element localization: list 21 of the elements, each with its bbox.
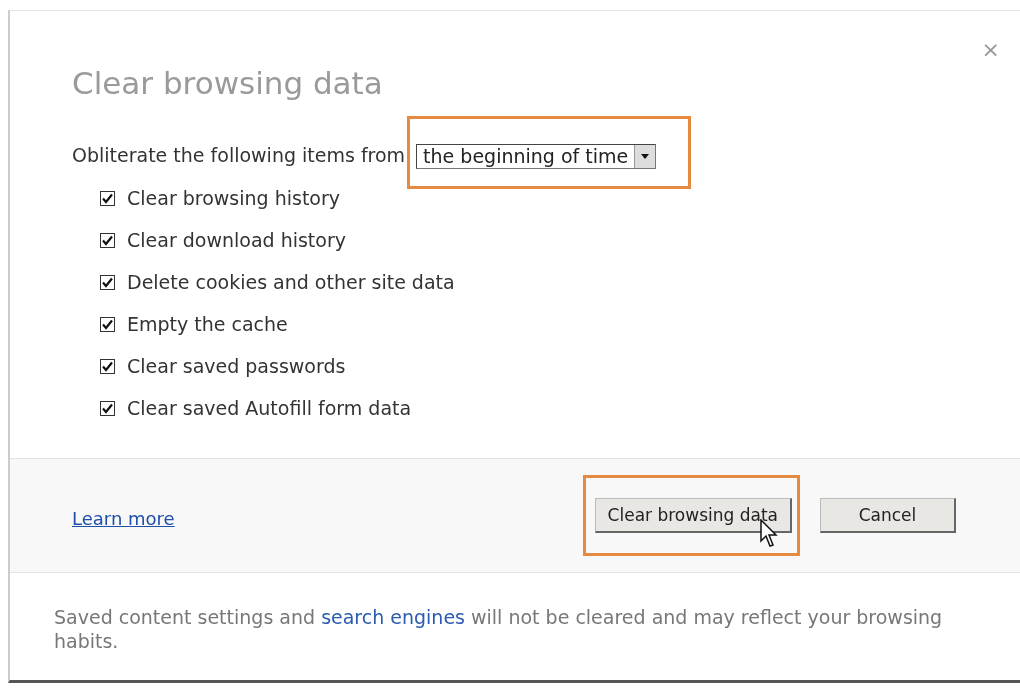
time-range-label: Obliterate the following items from xyxy=(72,144,406,168)
checkbox[interactable] xyxy=(100,274,115,290)
dropdown-arrow-icon xyxy=(641,154,650,159)
checkbox[interactable] xyxy=(100,232,115,248)
checkbox[interactable] xyxy=(100,190,115,206)
checkbox-label: Clear saved passwords xyxy=(127,355,346,377)
checkbox[interactable] xyxy=(100,316,115,332)
checkbox-label: Delete cookies and other site data xyxy=(127,271,455,293)
learn-more-link[interactable]: Learn more xyxy=(72,502,175,529)
checkbox-label: Clear browsing history xyxy=(127,187,341,209)
note-text: Saved content settings and search engines will not be cleared and may reflect your browsing habits. xyxy=(53,605,944,653)
dialog-title: Clear browsing data xyxy=(72,65,383,103)
clear-data-button[interactable]: Clear browsing data xyxy=(594,498,792,533)
cancel-button[interactable]: Cancel xyxy=(820,498,956,533)
checkbox[interactable] xyxy=(100,400,115,416)
checkbox-label: Clear download history xyxy=(127,229,346,251)
time-range-dropdown[interactable]: the beginning of time xyxy=(416,144,657,169)
search-engines-link[interactable]: search engines xyxy=(321,606,465,628)
checkbox-label: Clear saved Autofill form data xyxy=(127,397,412,419)
checkbox[interactable] xyxy=(100,358,115,374)
checkbox-label: Empty the cache xyxy=(127,313,288,335)
